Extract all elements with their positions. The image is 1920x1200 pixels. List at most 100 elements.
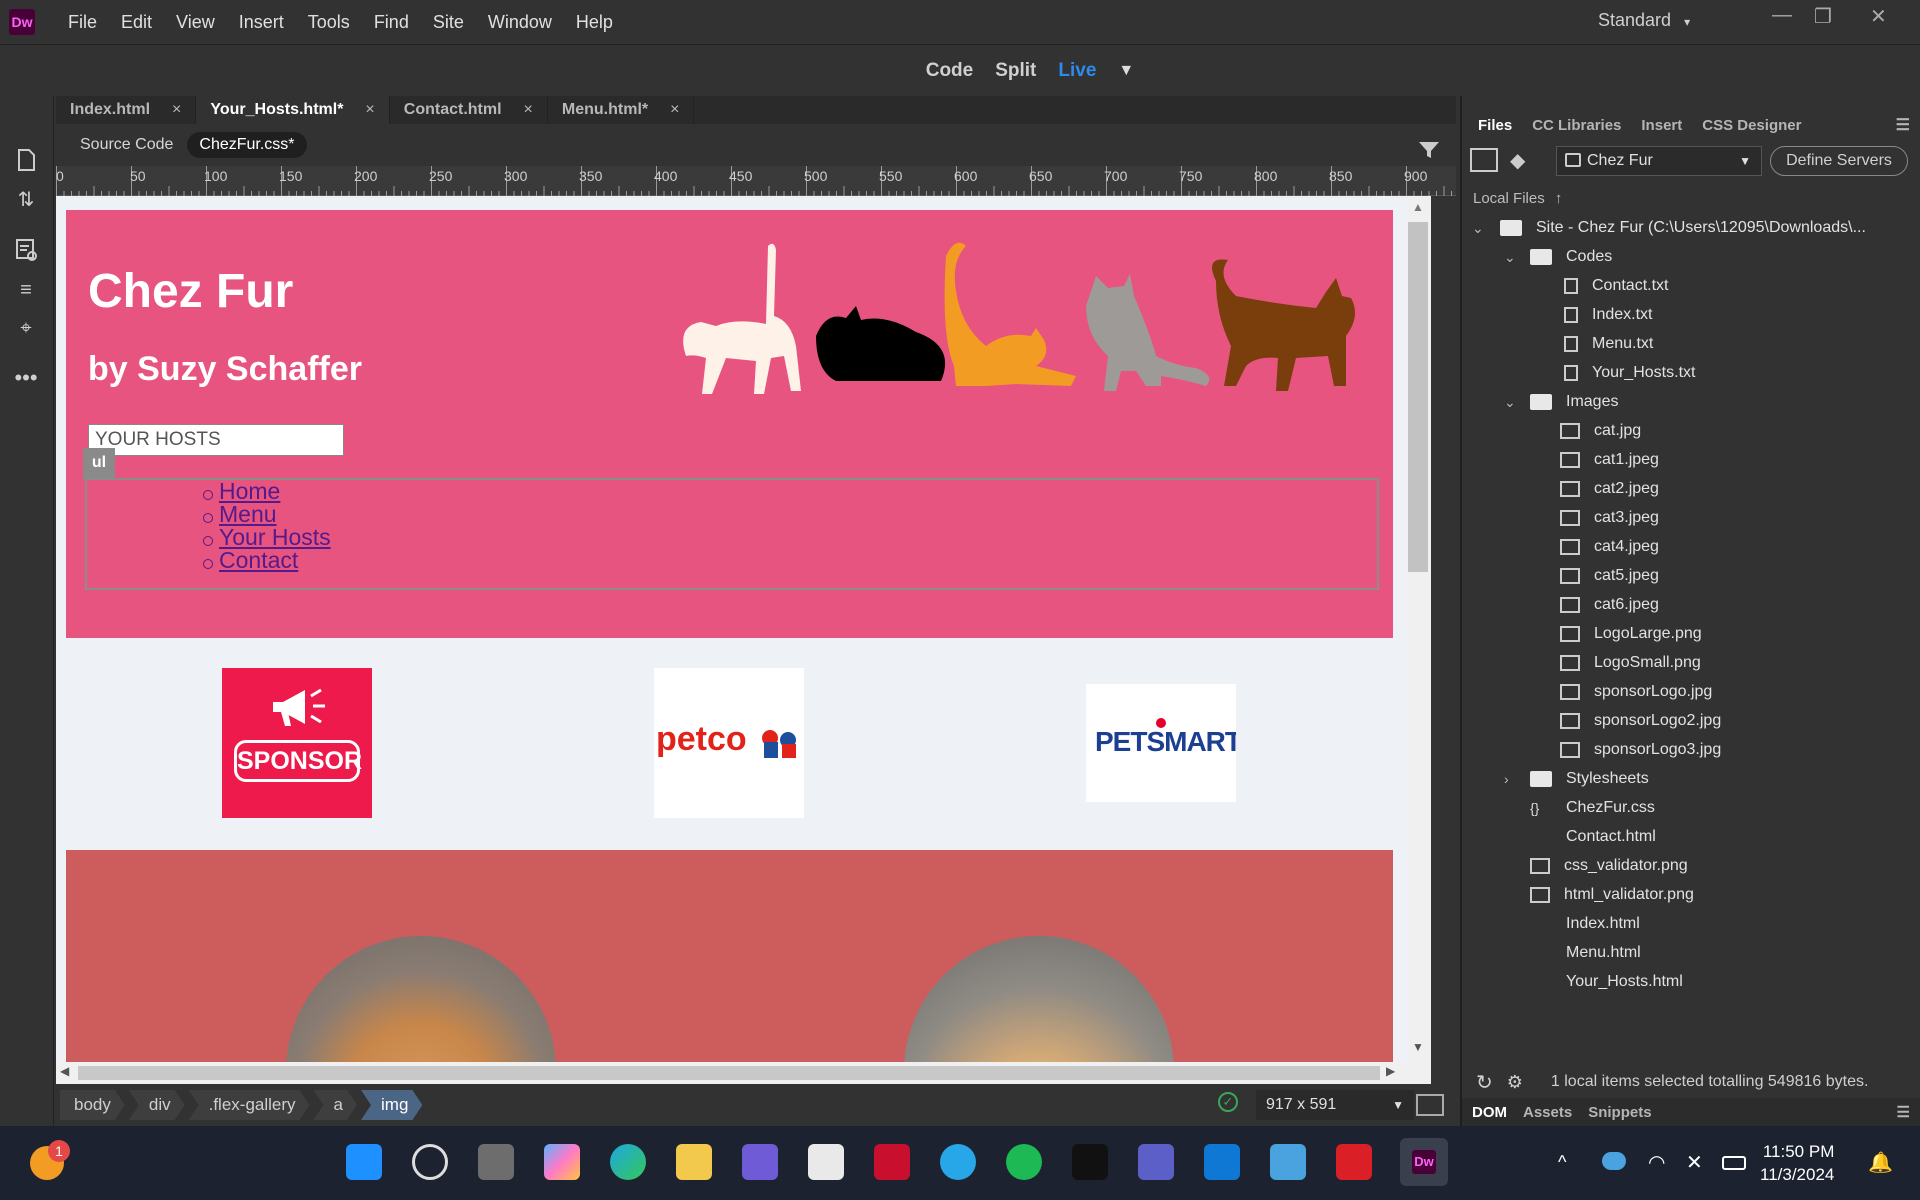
- tree-file[interactable]: {} ChezFur.css: [1530, 794, 1655, 822]
- format-source-icon[interactable]: ≡: [12, 276, 40, 304]
- tree-file[interactable]: Menu.html: [1530, 939, 1641, 967]
- filter-icon[interactable]: [1418, 140, 1440, 165]
- tab-insert[interactable]: Insert: [1635, 117, 1688, 134]
- check-icon[interactable]: ✓: [1218, 1092, 1238, 1112]
- tree-file[interactable]: Your_Hosts.txt: [1560, 359, 1695, 387]
- start-icon[interactable]: [346, 1144, 382, 1180]
- tab-files[interactable]: Files: [1472, 117, 1518, 134]
- task-view-icon[interactable]: [478, 1144, 514, 1180]
- view-split-button[interactable]: Split: [995, 60, 1036, 82]
- tree-file[interactable]: Index.txt: [1560, 301, 1652, 329]
- tree-file[interactable]: cat5.jpeg: [1560, 562, 1659, 590]
- nav-link-contact[interactable]: Contact: [219, 547, 298, 574]
- tree-file[interactable]: cat3.jpeg: [1560, 504, 1659, 532]
- sort-up-icon[interactable]: ↑: [1555, 190, 1563, 207]
- tab-close-icon[interactable]: ×: [670, 101, 679, 119]
- git-icon[interactable]: ◆: [1510, 148, 1525, 173]
- menu-window[interactable]: Window: [477, 8, 563, 37]
- view-live-button[interactable]: Live: [1058, 60, 1096, 82]
- refresh-icon[interactable]: ↻: [1476, 1070, 1493, 1095]
- spotify-icon[interactable]: [1006, 1144, 1042, 1180]
- edge-icon[interactable]: [610, 1144, 646, 1180]
- menu-file[interactable]: File: [57, 8, 108, 37]
- tab-snippets[interactable]: Snippets: [1588, 1104, 1651, 1121]
- notification-bell-icon[interactable]: 🔔: [1868, 1150, 1893, 1175]
- restore-icon[interactable]: ❐: [1814, 4, 1832, 29]
- chevron-down-icon[interactable]: ⌄: [1472, 220, 1484, 237]
- app-icon[interactable]: [742, 1144, 778, 1180]
- scroll-left-icon[interactable]: ◀: [60, 1064, 69, 1078]
- panel-menu-icon[interactable]: ☰: [1896, 115, 1910, 135]
- sponsor-logo-petco[interactable]: petco: [654, 668, 804, 818]
- menu-edit[interactable]: Edit: [110, 8, 163, 37]
- site-sync-icon[interactable]: ⚙: [1507, 1072, 1523, 1093]
- workspace-switcher[interactable]: Standard ▾: [1598, 10, 1690, 31]
- heading-input[interactable]: YOUR HOSTS: [88, 424, 344, 456]
- copilot-icon[interactable]: [544, 1144, 580, 1180]
- open-documents-icon[interactable]: [12, 148, 40, 176]
- menu-help[interactable]: Help: [565, 8, 624, 37]
- tree-file[interactable]: Contact.txt: [1560, 272, 1668, 300]
- tree-file[interactable]: html_validator.png: [1530, 881, 1694, 909]
- breadcrumb-a[interactable]: a: [314, 1090, 357, 1120]
- tree-file[interactable]: sponsorLogo3.jpg: [1560, 736, 1721, 764]
- tree-file[interactable]: LogoSmall.png: [1560, 649, 1701, 677]
- site-selector[interactable]: Chez Fur ▼: [1556, 146, 1762, 176]
- window-size-selector[interactable]: 917 x 591 ▼: [1256, 1090, 1414, 1120]
- file-transfer-icon[interactable]: ⇅: [12, 186, 40, 214]
- epic-games-icon[interactable]: [1072, 1144, 1108, 1180]
- tree-file[interactable]: cat.jpg: [1560, 417, 1641, 445]
- sponsor-logo-1[interactable]: SPONSOR: [222, 668, 372, 818]
- gallery-cat-image-2[interactable]: [904, 936, 1174, 1062]
- tree-file[interactable]: LogoLarge.png: [1560, 620, 1702, 648]
- target-icon[interactable]: ⌖: [12, 314, 40, 342]
- tab-contact-html[interactable]: Contact.html ×: [390, 96, 548, 124]
- breadcrumb-img[interactable]: img: [361, 1090, 422, 1120]
- menu-insert[interactable]: Insert: [228, 8, 295, 37]
- define-servers-button[interactable]: Define Servers: [1770, 146, 1908, 176]
- chevron-down-icon[interactable]: ⌄: [1504, 394, 1516, 411]
- tree-file[interactable]: css_validator.png: [1530, 852, 1688, 880]
- preview-icon[interactable]: [1416, 1094, 1444, 1116]
- scroll-right-icon[interactable]: ▶: [1386, 1064, 1395, 1078]
- tree-file[interactable]: cat1.jpeg: [1560, 446, 1659, 474]
- microsoft-store-icon[interactable]: [808, 1144, 844, 1180]
- tab-assets[interactable]: Assets: [1523, 1104, 1572, 1121]
- horizontal-scroll-thumb[interactable]: [78, 1066, 1380, 1080]
- live-view-canvas[interactable]: Chez Fur by Suzy Schaffer YOUR HOSTS ul …: [56, 196, 1431, 1062]
- search-icon[interactable]: [412, 1144, 448, 1180]
- tree-folder-codes[interactable]: Codes: [1530, 243, 1612, 271]
- tree-file[interactable]: sponsorLogo.jpg: [1560, 678, 1712, 706]
- tab-menu-html[interactable]: Menu.html* ×: [548, 96, 695, 124]
- teams-icon[interactable]: [1138, 1144, 1174, 1180]
- tab-close-icon[interactable]: ×: [365, 101, 374, 119]
- tree-file[interactable]: Index.html: [1530, 910, 1640, 938]
- site-header[interactable]: Chez Fur by Suzy Schaffer YOUR HOSTS ul …: [66, 210, 1393, 638]
- mcafee-icon[interactable]: [874, 1144, 910, 1180]
- onedrive-icon[interactable]: [1602, 1152, 1626, 1170]
- vertical-scroll-thumb[interactable]: [1408, 222, 1428, 572]
- tree-file[interactable]: sponsorLogo2.jpg: [1560, 707, 1721, 735]
- outlook-icon[interactable]: [1204, 1144, 1240, 1180]
- chevron-down-icon[interactable]: ⌄: [1504, 249, 1516, 266]
- tree-folder-images[interactable]: Images: [1530, 388, 1618, 416]
- tab-your-hosts-html[interactable]: Your_Hosts.html* ×: [196, 96, 390, 124]
- minimize-icon[interactable]: —: [1772, 4, 1792, 27]
- connect-server-icon[interactable]: [1470, 148, 1498, 172]
- breadcrumb-body[interactable]: body: [60, 1090, 125, 1120]
- tab-cc-libraries[interactable]: CC Libraries: [1526, 117, 1627, 134]
- show-hidden-icons[interactable]: ^: [1558, 1152, 1566, 1173]
- menu-tools[interactable]: Tools: [297, 8, 361, 37]
- wifi-icon[interactable]: ◠: [1648, 1150, 1665, 1175]
- gallery-cat-image-1[interactable]: [286, 936, 556, 1062]
- volume-muted-icon[interactable]: ✕: [1686, 1150, 1703, 1175]
- breadcrumb-flex-gallery[interactable]: .flex-gallery: [189, 1090, 310, 1120]
- view-code-button[interactable]: Code: [926, 60, 974, 82]
- tree-file[interactable]: cat6.jpeg: [1560, 591, 1659, 619]
- sponsor-logo-petsmart[interactable]: PETSMART: [1086, 684, 1236, 802]
- live-inspect-icon[interactable]: [12, 238, 40, 266]
- chevron-right-icon[interactable]: ›: [1504, 771, 1509, 787]
- file-explorer-icon[interactable]: [676, 1144, 712, 1180]
- live-options-icon[interactable]: ▼: [1118, 62, 1134, 80]
- tab-index-html[interactable]: Index.html ×: [56, 96, 197, 124]
